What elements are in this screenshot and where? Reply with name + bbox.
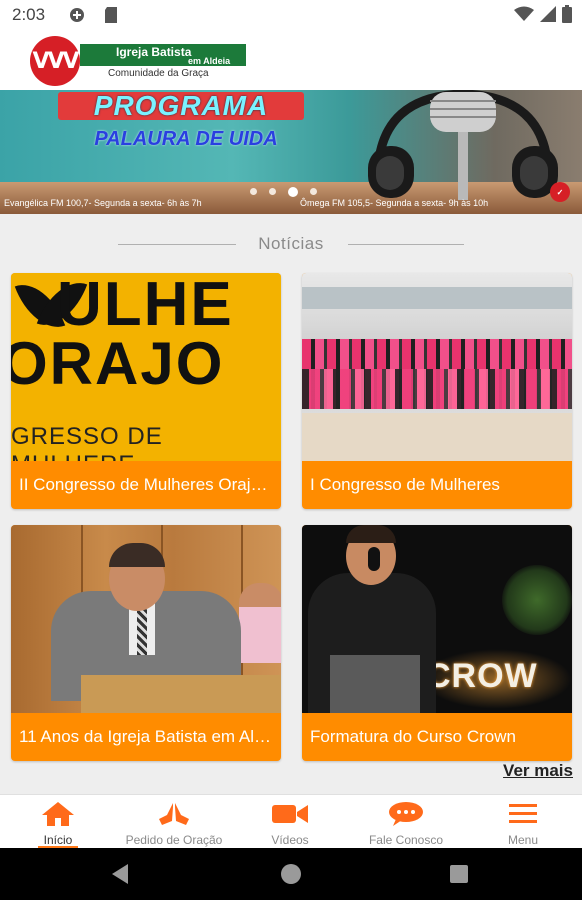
sd-card-icon xyxy=(104,7,118,28)
bottom-navigation: Início Pedido de Oração Vídeos Fale Cono… xyxy=(0,794,582,849)
banner-caption-left: Evangélica FM 100,7- Segunda a sexta- 6h… xyxy=(4,198,202,208)
status-bar: 2:03 xyxy=(0,0,582,28)
status-right xyxy=(514,5,572,28)
banner-title: PROGRAMA xyxy=(93,90,269,121)
system-navigation-bar xyxy=(0,848,582,900)
hair-shape xyxy=(109,543,165,567)
hamburger-menu-icon xyxy=(464,801,582,827)
news-section: Notícias ULHE ORAJO GRESSO DE MULHERE II… xyxy=(0,214,582,794)
news-card[interactable]: CROW Formatura do Curso Crown xyxy=(302,525,572,761)
news-card-title: II Congresso de Mulheres Orajosas xyxy=(19,475,275,494)
image-text: GRESSO DE MULHERE xyxy=(11,423,163,461)
news-card[interactable]: ULHE ORAJO GRESSO DE MULHERE II Congress… xyxy=(11,273,281,509)
news-card-title: I Congresso de Mulheres xyxy=(310,475,500,494)
news-card-image: ULHE ORAJO GRESSO DE MULHERE xyxy=(11,273,281,461)
banner-logo-badge: ✓ xyxy=(550,182,570,202)
news-card-title: Formatura do Curso Crown xyxy=(310,727,516,746)
nav-item-videos[interactable]: Vídeos xyxy=(232,795,348,849)
news-card-title: 11 Anos da Igreja Batista em Aldeia xyxy=(19,727,275,746)
nav-item-home[interactable]: Início xyxy=(0,795,116,849)
section-title: Notícias xyxy=(258,234,324,253)
floor-shape xyxy=(302,413,572,461)
logo-name-bar: Igreja Batista em Aldeia xyxy=(80,44,246,66)
plant-shape xyxy=(502,565,572,635)
banner-caption-right: Ômega FM 105,5- Segunda a sexta- 9h às 1… xyxy=(300,198,489,208)
nav-item-contact[interactable]: Fale Conosco xyxy=(348,795,464,849)
banner-carousel[interactable]: PROGRAMA PALAURA DE UIDA Evangélica FM 1… xyxy=(0,90,582,214)
news-card-image xyxy=(302,273,572,461)
battery-icon xyxy=(562,5,572,28)
app-header: Igreja Batista em Aldeia VVV Comunidade … xyxy=(0,28,582,90)
person-shape xyxy=(239,583,281,663)
back-icon[interactable] xyxy=(112,864,128,884)
home-button-icon[interactable] xyxy=(281,864,301,884)
logo-mark: VVV xyxy=(32,48,79,74)
nav-label: Vídeos xyxy=(271,833,309,847)
home-icon xyxy=(0,801,116,827)
see-more-link[interactable]: Ver mais xyxy=(503,761,573,781)
chat-bubble-icon xyxy=(348,801,464,827)
news-card[interactable]: I Congresso de Mulheres xyxy=(302,273,572,509)
nav-item-menu[interactable]: Menu xyxy=(464,795,582,849)
microphone-shape xyxy=(368,547,380,571)
pants-shape xyxy=(330,655,420,713)
nav-label: Menu xyxy=(507,833,539,847)
nav-label: Fale Conosco xyxy=(368,833,444,847)
banner-title-box: PROGRAMA xyxy=(58,90,304,121)
carousel-dot[interactable] xyxy=(250,188,257,195)
crowd-shape xyxy=(302,369,572,409)
video-camera-icon xyxy=(232,801,348,827)
section-divider-right xyxy=(348,244,464,245)
nav-label: Início xyxy=(43,833,73,847)
carousel-dot-active[interactable] xyxy=(288,187,298,197)
data-saver-icon xyxy=(68,7,86,28)
church-logo[interactable]: Igreja Batista em Aldeia VVV Comunidade … xyxy=(24,36,248,86)
news-card-image: CROW xyxy=(302,525,572,713)
banner-subtitle: PALAURA DE UIDA xyxy=(94,128,278,150)
nav-item-prayer-request[interactable]: Pedido de Oração xyxy=(116,795,232,849)
carousel-dot[interactable] xyxy=(269,188,276,195)
signal-icon xyxy=(540,6,556,27)
news-card-image xyxy=(11,525,281,713)
logo-subtitle: Comunidade da Graça xyxy=(108,68,209,79)
news-card[interactable]: 11 Anos da Igreja Batista em Aldeia xyxy=(11,525,281,761)
logo-name-line2: em Aldeia xyxy=(188,56,231,66)
recent-apps-icon[interactable] xyxy=(450,865,468,883)
podium-shape xyxy=(81,675,281,713)
carousel-indicators xyxy=(250,187,317,197)
wifi-icon xyxy=(514,6,534,27)
tie-shape xyxy=(137,605,147,655)
logo-name-line1: Igreja Batista xyxy=(116,45,192,59)
status-time: 2:03 xyxy=(12,5,46,24)
praying-hands-icon xyxy=(116,801,232,827)
nav-label: Pedido de Oração xyxy=(125,833,223,847)
logo-emblem: VVV xyxy=(30,36,80,86)
roof-shape xyxy=(302,287,572,309)
microphone-headphones-image xyxy=(368,90,558,200)
image-text: ORAJO xyxy=(11,330,225,397)
image-text: CROW xyxy=(426,657,538,695)
hair-shape xyxy=(346,525,396,543)
carousel-dot[interactable] xyxy=(310,188,317,195)
